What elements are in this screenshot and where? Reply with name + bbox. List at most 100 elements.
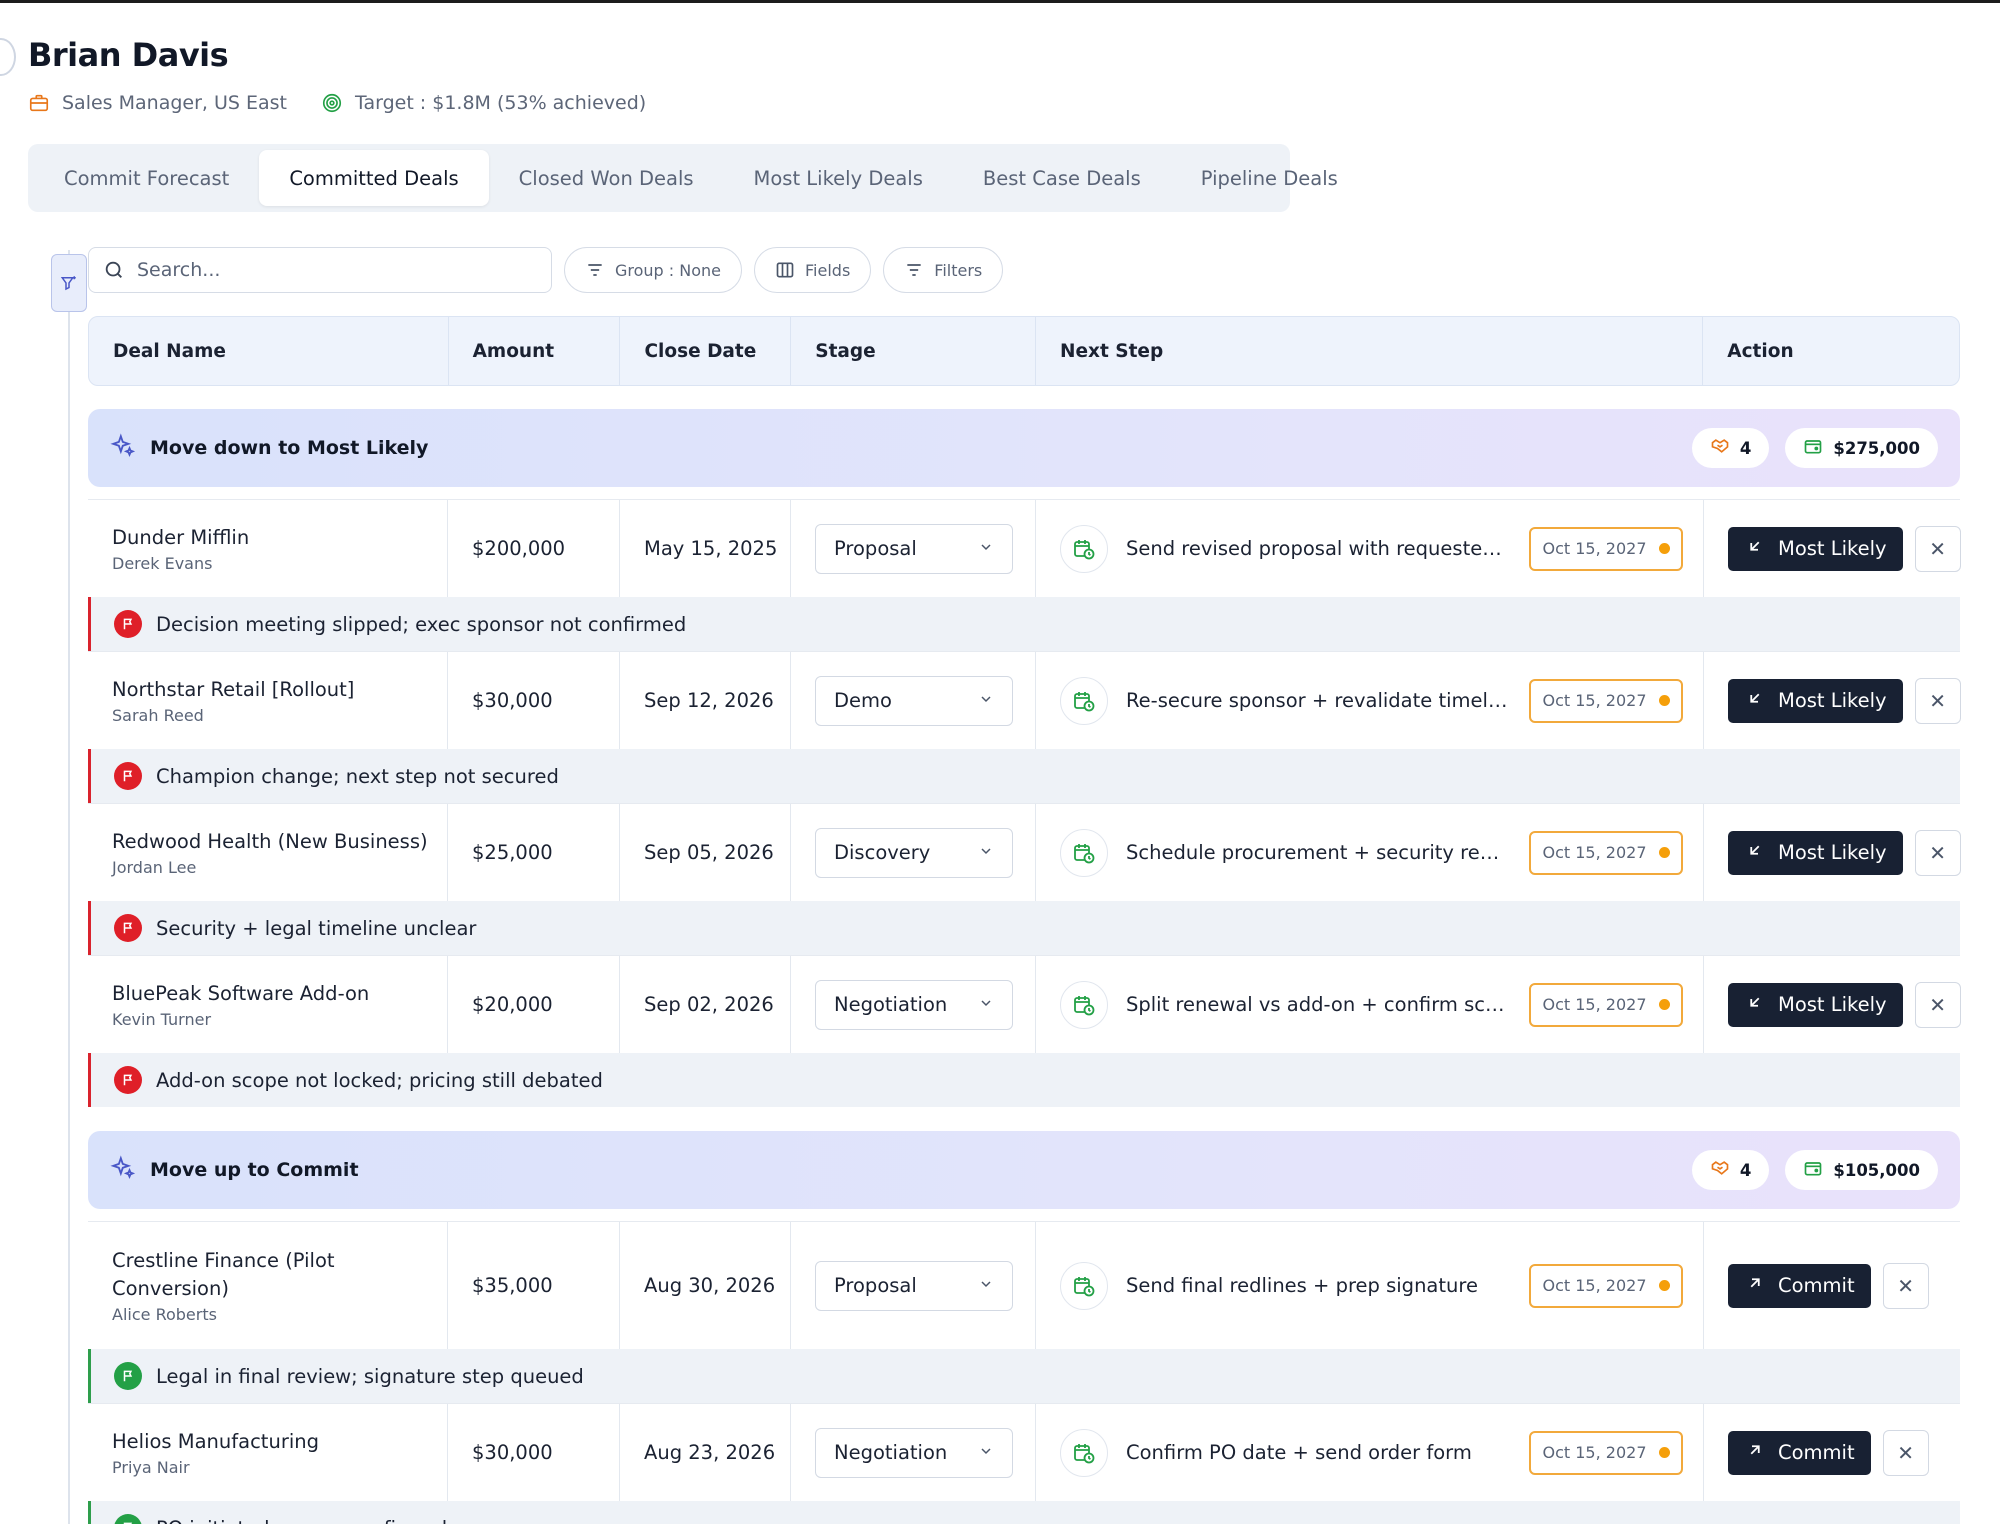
tab-best-case-deals[interactable]: Best Case Deals xyxy=(953,150,1171,206)
next-step-date-chip[interactable]: Oct 15, 2027 xyxy=(1529,1430,1683,1475)
table-row[interactable]: Crestline Finance (Pilot Conversion) Alic… xyxy=(88,1221,1960,1349)
group-header[interactable]: Move down to Most Likely 4 $275,000 xyxy=(88,409,1960,487)
amount-cell: $30,000 xyxy=(448,652,620,749)
column-header-close-date[interactable]: Close Date xyxy=(620,317,792,385)
dismiss-button[interactable]: ✕ xyxy=(1914,677,1961,724)
next-step-date: Oct 15, 2027 xyxy=(1542,843,1647,862)
group-header[interactable]: Move up to Commit 4 $105,000 xyxy=(88,1131,1960,1209)
calendar-clock-icon[interactable] xyxy=(1060,524,1108,573)
column-header-action[interactable]: Action xyxy=(1703,317,1959,385)
stage-select[interactable]: Demo xyxy=(815,675,1013,726)
table-row[interactable]: Redwood Health (New Business) Jordan Lee $… xyxy=(88,803,1961,901)
status-dot xyxy=(1658,1280,1670,1291)
next-step-date-chip[interactable]: Oct 15, 2027 xyxy=(1529,982,1683,1027)
deal-name[interactable]: Helios Manufacturing xyxy=(112,1428,319,1456)
deal-name[interactable]: BluePeak Software Add-on xyxy=(112,980,369,1008)
dismiss-button[interactable]: ✕ xyxy=(1914,981,1961,1028)
tab-closed-won-deals[interactable]: Closed Won Deals xyxy=(489,150,724,206)
search-icon xyxy=(105,261,122,278)
column-header-amount[interactable]: Amount xyxy=(449,317,621,385)
table-toolbar: Group : None Fields Filters xyxy=(88,247,1004,293)
chevron-down-icon xyxy=(978,689,994,712)
tab-commit-forecast[interactable]: Commit Forecast xyxy=(34,150,259,206)
columns-icon xyxy=(776,262,794,278)
group-button[interactable]: Group : None xyxy=(564,247,743,293)
next-step-text: Send revised proposal with requested adj… xyxy=(1126,537,1509,560)
next-step-cell: Schedule procurement + security review Oc… xyxy=(1036,804,1704,901)
stage-select[interactable]: Proposal xyxy=(815,1260,1013,1311)
dismiss-button[interactable]: ✕ xyxy=(1882,1262,1929,1309)
group-count: 4 xyxy=(1739,1160,1752,1180)
dismiss-button[interactable]: ✕ xyxy=(1914,829,1961,876)
next-step-date-chip[interactable]: Oct 15, 2027 xyxy=(1529,526,1683,571)
move-action-button[interactable]: Most Likely xyxy=(1728,982,1903,1027)
next-step-cell: Split renewal vs add-on + confirm scope O… xyxy=(1036,956,1704,1053)
deal-name[interactable]: Dunder Mifflin xyxy=(112,524,249,552)
table-row[interactable]: BluePeak Software Add-on Kevin Turner $20,… xyxy=(88,955,1961,1053)
action-cell: Most Likely ✕ xyxy=(1704,500,1961,597)
stage-select[interactable]: Negotiation xyxy=(815,1427,1013,1478)
deal-owner: Derek Evans xyxy=(112,554,213,574)
ai-filter-button[interactable] xyxy=(51,254,87,312)
sparkle-filter-icon xyxy=(60,276,76,291)
column-header-deal-name[interactable]: Deal Name xyxy=(89,317,449,385)
table-row[interactable]: Northstar Retail [Rollout] Sarah Reed $30,… xyxy=(88,651,1961,749)
table-row[interactable]: Dunder Mifflin Derek Evans $200,000 May 15,… xyxy=(88,499,1961,597)
status-dot xyxy=(1658,999,1670,1010)
next-step-date-chip[interactable]: Oct 15, 2027 xyxy=(1529,1263,1683,1308)
stage-select[interactable]: Negotiation xyxy=(815,979,1013,1030)
move-action-button[interactable]: Most Likely xyxy=(1728,678,1903,723)
deal-name[interactable]: Northstar Retail [Rollout] xyxy=(112,676,354,704)
deal-name[interactable]: Crestline Finance (Pilot Conversion) xyxy=(112,1247,352,1304)
action-label: Commit xyxy=(1778,1441,1855,1464)
close-icon: ✕ xyxy=(1929,688,1946,713)
calendar-clock-icon[interactable] xyxy=(1060,980,1108,1029)
calendar-clock-icon[interactable] xyxy=(1060,1428,1108,1477)
move-action-button[interactable]: Most Likely xyxy=(1728,830,1903,875)
chevron-down-icon xyxy=(978,1274,994,1297)
filters-button[interactable]: Filters xyxy=(883,247,1004,293)
column-header-stage[interactable]: Stage xyxy=(791,317,1037,385)
column-header-next-step[interactable]: Next Step xyxy=(1036,317,1704,385)
table-row[interactable]: Helios Manufacturing Priya Nair $30,000 Aug… xyxy=(88,1403,1960,1501)
tab-most-likely-deals[interactable]: Most Likely Deals xyxy=(724,150,953,206)
stage-cell: Negotiation xyxy=(791,1404,1036,1501)
next-step-date-chip[interactable]: Oct 15, 2027 xyxy=(1529,830,1683,875)
move-action-button[interactable]: Most Likely xyxy=(1728,526,1903,571)
group-count-badge: 4 xyxy=(1691,1150,1770,1190)
next-step-date: Oct 15, 2027 xyxy=(1542,1443,1647,1462)
tab-committed-deals[interactable]: Committed Deals xyxy=(259,150,489,206)
flag-icon xyxy=(114,914,142,942)
search-input[interactable] xyxy=(137,259,517,281)
search-box[interactable] xyxy=(88,247,552,293)
calendar-clock-icon[interactable] xyxy=(1060,1261,1108,1310)
stage-select[interactable]: Discovery xyxy=(815,827,1013,878)
arrow-up-right-icon xyxy=(1746,1441,1764,1464)
calendar-clock-icon[interactable] xyxy=(1060,828,1108,877)
move-action-button[interactable]: Commit xyxy=(1728,1430,1871,1475)
sort-lines-icon xyxy=(588,264,602,276)
calendar-clock-icon[interactable] xyxy=(1060,676,1108,725)
stage-value: Discovery xyxy=(834,841,931,864)
dismiss-button[interactable]: ✕ xyxy=(1882,1429,1929,1476)
next-step-date: Oct 15, 2027 xyxy=(1542,539,1647,558)
deal-owner: Priya Nair xyxy=(112,1458,190,1478)
next-step-date-chip[interactable]: Oct 15, 2027 xyxy=(1529,678,1683,723)
left-rail xyxy=(68,250,70,1524)
group-title: Move up to Commit xyxy=(150,1159,359,1181)
close-date-cell: Sep 02, 2026 xyxy=(620,956,791,1053)
move-action-button[interactable]: Commit xyxy=(1728,1263,1871,1308)
profile-header: Brian Davis Sales Manager, US East Targe… xyxy=(28,36,646,114)
deal-name[interactable]: Redwood Health (New Business) xyxy=(112,828,428,856)
briefcase-icon xyxy=(29,94,49,112)
dismiss-button[interactable]: ✕ xyxy=(1914,525,1961,572)
next-step-text: Schedule procurement + security review xyxy=(1126,841,1509,864)
arrow-down-left-icon xyxy=(1746,537,1764,560)
tab-pipeline-deals[interactable]: Pipeline Deals xyxy=(1171,150,1368,206)
collapse-handle[interactable] xyxy=(0,38,16,76)
close-icon: ✕ xyxy=(1929,992,1946,1017)
chevron-down-icon xyxy=(978,1441,994,1464)
fields-button[interactable]: Fields xyxy=(754,247,872,293)
stage-select[interactable]: Proposal xyxy=(815,523,1013,574)
